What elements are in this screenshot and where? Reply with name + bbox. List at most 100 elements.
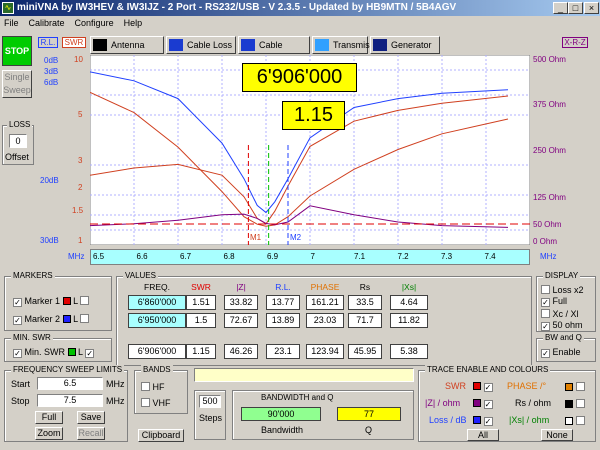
bwq-enable-checkbox[interactable]: ✓ <box>541 349 550 358</box>
save-button[interactable]: Save <box>77 411 105 424</box>
tab-cable-length[interactable]: Cable Length <box>238 36 310 66</box>
tab-cable-loss-label: Cable Loss <box>187 40 233 50</box>
values-cell[interactable]: 6'950'000 <box>128 313 186 328</box>
marker1-checkbox[interactable]: ✓ <box>13 298 22 307</box>
menu-help[interactable]: Help <box>124 18 143 28</box>
loss-x2-checkbox[interactable] <box>541 285 550 294</box>
none-button[interactable]: None <box>541 429 573 441</box>
marker2-l-checkbox[interactable] <box>80 314 90 323</box>
swr-tick: 2 <box>78 183 83 192</box>
cable-length-icon <box>241 39 255 51</box>
z-color[interactable] <box>473 399 481 407</box>
values-cell: 1.15 <box>186 344 216 359</box>
full-button[interactable]: Full <box>35 411 63 424</box>
marker2-color[interactable] <box>62 315 71 323</box>
cable-loss-icon <box>169 39 183 51</box>
full-checkbox[interactable]: ✓ <box>541 298 550 307</box>
status-field <box>194 368 414 382</box>
marker1-l-checkbox[interactable] <box>80 296 90 305</box>
start-label: Start <box>11 379 31 389</box>
values-cell: 71.7 <box>348 313 382 328</box>
tab-antenna[interactable]: Antenna <box>90 36 164 54</box>
values-cell[interactable]: 6'860'000 <box>128 295 186 310</box>
loss-color[interactable] <box>473 416 481 424</box>
values-cell: 11.82 <box>390 313 428 328</box>
menu-calibrate[interactable]: Calibrate <box>29 18 65 28</box>
x-tick-label: 6.7 <box>180 252 192 261</box>
rs-trace-checkbox[interactable] <box>575 399 585 408</box>
values-cell: 4.64 <box>390 295 428 310</box>
marker1-l-label: L <box>73 296 78 306</box>
menu-file[interactable]: File <box>4 18 19 28</box>
start-mhz: MHz <box>106 379 125 389</box>
stop-input[interactable]: 7.5 <box>37 394 103 407</box>
values-header: |Z| <box>236 282 246 292</box>
x-tick-label: 7.3 <box>441 252 453 261</box>
mhz-label-left: MHz <box>68 252 85 261</box>
values-cell: 23.1 <box>266 344 300 359</box>
min-swr-color[interactable] <box>67 348 76 356</box>
trace-swr-label: SWR <box>445 381 466 391</box>
values-cell: 33.5 <box>348 295 382 310</box>
ohm-tick: 0 Ohm <box>533 237 558 246</box>
values-header: FREQ. <box>144 282 170 292</box>
minimize-button[interactable]: _ <box>553 2 568 14</box>
tab-cable-loss[interactable]: Cable Loss <box>166 36 236 54</box>
tab-generator[interactable]: Generator <box>370 36 440 54</box>
swr-tick: 5 <box>78 110 83 119</box>
hf-checkbox[interactable] <box>141 382 150 391</box>
loss-input[interactable]: 0 <box>9 134 27 148</box>
zoom-button[interactable]: Zoom <box>35 427 63 440</box>
sweep-limits-title: FREQUENCY SWEEP LIMITS <box>11 365 125 374</box>
values-title: VALUES <box>123 271 158 280</box>
x-tick-label: 7.1 <box>354 252 366 261</box>
values-header: R.L. <box>275 282 291 292</box>
z-trace-checkbox[interactable]: ✓ <box>483 400 493 409</box>
start-input[interactable]: 6.5 <box>37 377 103 390</box>
xc-xl-checkbox[interactable] <box>541 309 550 318</box>
sweep-limits-group: FREQUENCY SWEEP LIMITS Start 6.5 MHz Sto… <box>4 365 128 442</box>
tab-transmission[interactable]: Transmission <box>312 36 386 54</box>
rs-color[interactable] <box>565 400 573 408</box>
marker1-row: ✓ Marker 1 L <box>13 295 90 307</box>
xs-trace-checkbox[interactable] <box>575 416 585 425</box>
all-button[interactable]: All <box>467 429 499 441</box>
clipboard-button[interactable]: Clipboard <box>138 429 184 442</box>
close-button[interactable]: × <box>584 2 599 14</box>
phase-color[interactable] <box>565 383 573 391</box>
loss-trace-checkbox[interactable]: ✓ <box>483 417 493 426</box>
app-icon: ∿ <box>2 2 14 14</box>
steps-input[interactable]: 500 <box>199 395 221 408</box>
swr-color[interactable] <box>473 382 481 390</box>
steps-label: Steps <box>199 413 223 423</box>
recall-button[interactable]: Recall <box>77 427 105 440</box>
min-swr-l-checkbox[interactable]: ✓ <box>85 349 95 358</box>
trace-phase-label: PHASE /° <box>507 381 547 391</box>
maximize-button[interactable]: □ <box>568 2 583 14</box>
bwq-group: BW and Q ✓ Enable <box>536 333 596 362</box>
single-sweep-button[interactable]: Single Sweep <box>2 70 32 98</box>
menu-configure[interactable]: Configure <box>75 18 114 28</box>
marker2-label: M2 <box>290 233 302 242</box>
phase-trace-checkbox[interactable] <box>575 382 585 391</box>
vhf-label: VHF <box>152 398 171 408</box>
xs-color[interactable] <box>565 417 573 425</box>
xc-xl-label: Xc / Xl <box>552 309 579 319</box>
x-tick-label: 7.2 <box>397 252 409 261</box>
min-swr-l-label: L <box>78 347 83 357</box>
stop-button[interactable]: STOP <box>2 36 32 66</box>
bandwidth-group: BANDWIDTH and Q 90'000 77 Bandwidth Q <box>232 390 414 440</box>
x-tick-label: 6.6 <box>136 252 148 261</box>
stop-mhz: MHz <box>106 396 125 406</box>
bandwidth-value: 90'000 <box>241 407 321 421</box>
values-cell[interactable]: 6'906'000 <box>128 344 186 359</box>
min-swr-checkbox[interactable]: ✓ <box>13 349 22 358</box>
marker1-color[interactable] <box>62 297 71 305</box>
values-cell: 46.26 <box>224 344 258 359</box>
50-ohm-checkbox[interactable]: ✓ <box>541 322 550 331</box>
swr-readout: 1.15 <box>282 101 345 130</box>
marker2-checkbox[interactable]: ✓ <box>13 316 22 325</box>
display-title: DISPLAY <box>543 271 581 280</box>
swr-trace-checkbox[interactable]: ✓ <box>483 383 493 392</box>
vhf-checkbox[interactable] <box>141 398 150 407</box>
